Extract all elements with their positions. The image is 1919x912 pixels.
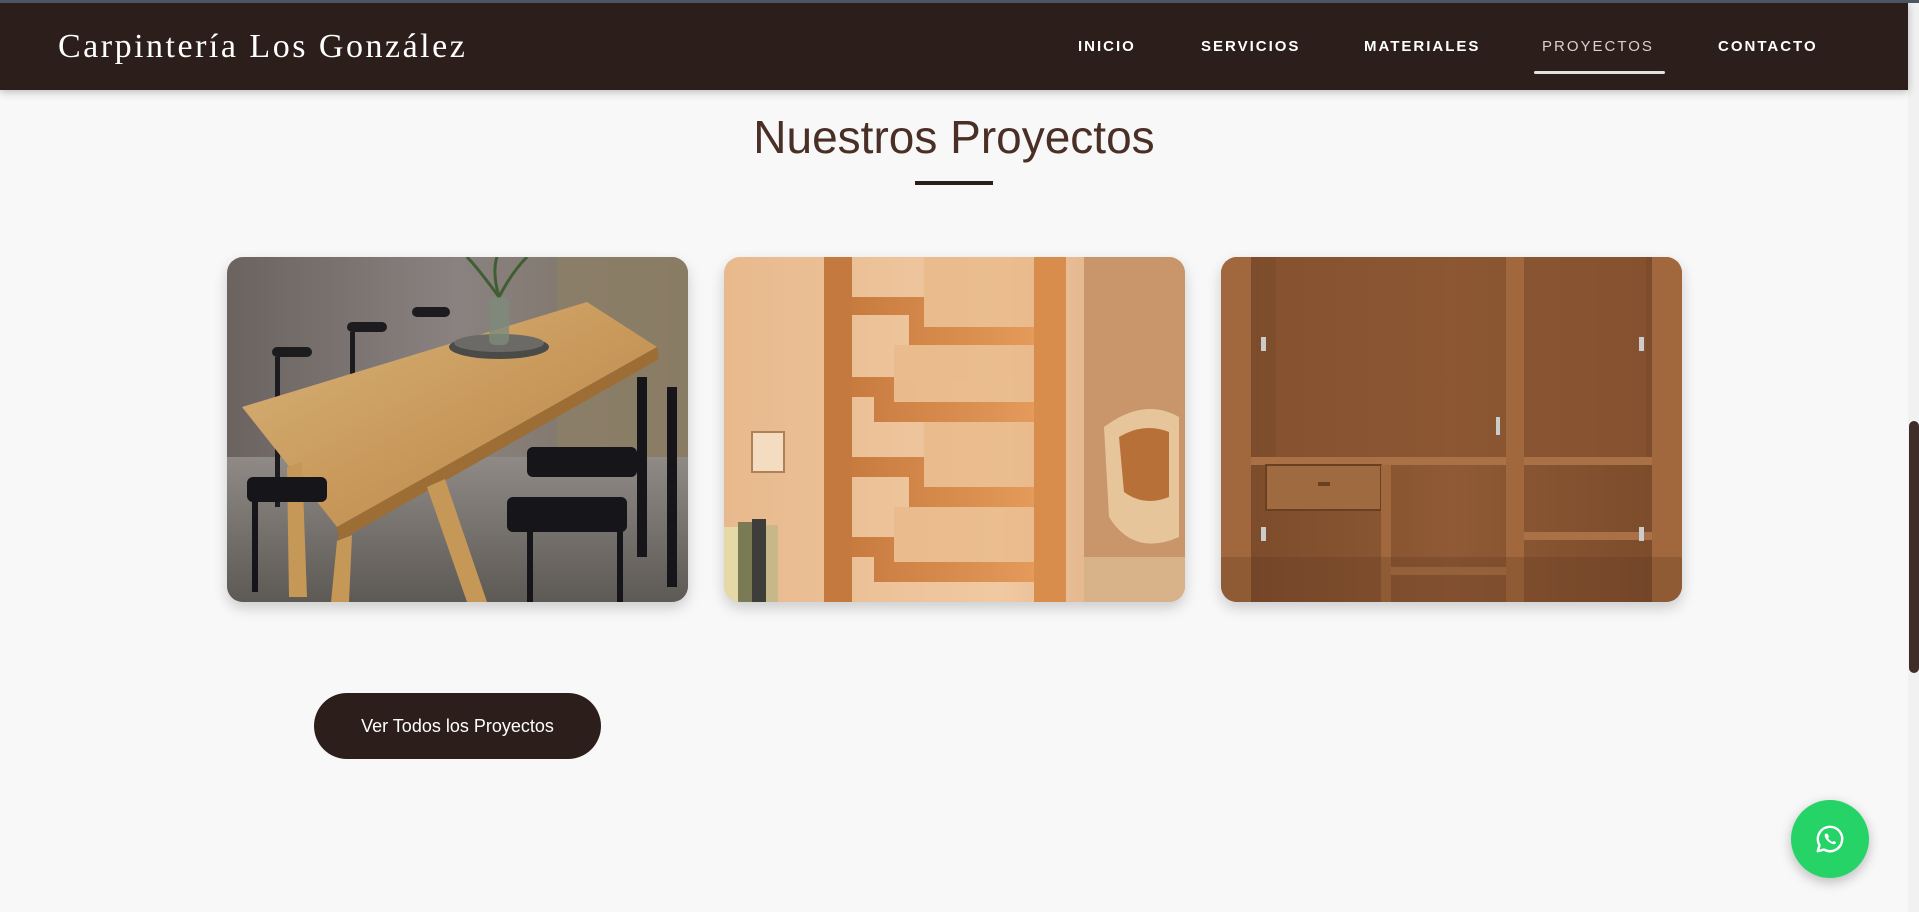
view-all-projects-button[interactable]: Ver Todos los Proyectos <box>314 693 601 759</box>
nav-item-inicio[interactable]: INICIO <box>1078 38 1136 55</box>
title-divider <box>915 181 993 185</box>
nav-item-materiales[interactable]: MATERIALES <box>1364 38 1480 55</box>
whatsapp-icon <box>1816 825 1844 853</box>
nav-item-servicios[interactable]: SERVICIOS <box>1201 38 1300 55</box>
site-header: Carpintería Los González INICIO SERVICIO… <box>0 2 1908 90</box>
wardrobe-photo <box>1221 257 1682 602</box>
page-scrollbar-thumb[interactable] <box>1909 421 1919 673</box>
corner-shelf-photo <box>724 257 1185 602</box>
project-card-dining-table[interactable] <box>227 257 688 602</box>
whatsapp-button[interactable] <box>1791 800 1869 878</box>
window-top-border <box>0 0 1919 3</box>
project-card-wardrobe[interactable] <box>1221 257 1682 602</box>
active-nav-indicator <box>1534 71 1665 74</box>
nav-item-proyectos[interactable]: PROYECTOS <box>1542 38 1654 55</box>
project-card-corner-shelf[interactable] <box>724 257 1185 602</box>
section-title: Nuestros Proyectos <box>753 111 1155 163</box>
nav-item-contacto[interactable]: CONTACTO <box>1718 38 1818 55</box>
dining-table-photo <box>227 257 688 602</box>
main-nav: INICIO SERVICIOS MATERIALES PROYECTOS CO… <box>0 2 1908 90</box>
